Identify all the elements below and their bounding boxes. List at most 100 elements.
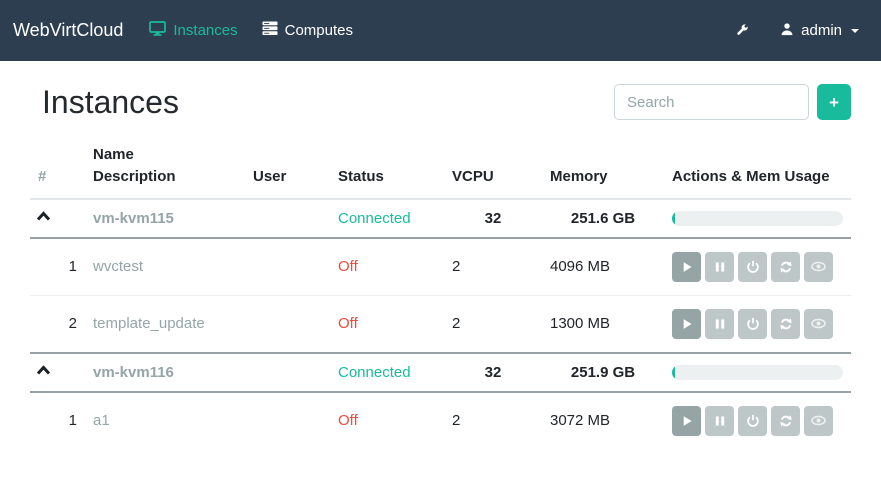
host-status: Connected: [330, 199, 444, 238]
host-memory: 251.9 GB: [542, 353, 664, 392]
header-user: User: [245, 138, 330, 199]
search-input[interactable]: [614, 84, 809, 120]
user-icon: [780, 22, 794, 40]
play-icon: [680, 317, 694, 331]
eye-icon: [811, 260, 826, 273]
actions-cell: [664, 295, 851, 353]
nav-item-label: Computes: [285, 22, 353, 39]
header-memory: Memory: [542, 138, 664, 199]
add-instance-button[interactable]: +: [817, 84, 851, 120]
host-vcpu: 32: [444, 199, 542, 238]
guest-vcpu: 2: [444, 392, 542, 449]
table-row-guest: 1 a1 Off 2 3072 MB: [30, 392, 851, 449]
host-actions-cell: [664, 199, 851, 238]
nav-item-instances[interactable]: Instances: [149, 21, 237, 40]
mem-usage-bar: [672, 365, 843, 380]
header-index: #: [30, 138, 85, 199]
host-memory: 251.6 GB: [542, 199, 664, 238]
play-icon: [680, 260, 694, 274]
instance-link[interactable]: a1: [93, 412, 110, 429]
guest-name-cell: a1: [85, 392, 245, 449]
table-header: # Name Description User Status VCPU Memo…: [30, 138, 851, 199]
brand[interactable]: WebVirtCloud: [13, 20, 123, 41]
header-vcpu: VCPU: [444, 138, 542, 199]
guest-status: Off: [330, 295, 444, 353]
actions-cell: [664, 392, 851, 449]
host-collapse-cell: [30, 199, 85, 238]
pause-icon: [713, 414, 727, 428]
refresh-button[interactable]: [771, 406, 800, 436]
pause-button[interactable]: [705, 406, 734, 436]
refresh-icon: [779, 317, 793, 331]
host-actions-cell: [664, 353, 851, 392]
eye-icon: [811, 414, 826, 427]
host-vcpu: 32: [444, 353, 542, 392]
guest-memory: 3072 MB: [542, 392, 664, 449]
chevron-up-icon[interactable]: [36, 364, 51, 377]
host-user-cell: [245, 353, 330, 392]
eye-icon: [811, 317, 826, 330]
play-button[interactable]: [672, 309, 701, 339]
guest-status: Off: [330, 238, 444, 296]
main-content: Instances + # Name Description User Stat…: [0, 82, 881, 449]
eye-button[interactable]: [804, 252, 833, 282]
eye-button[interactable]: [804, 309, 833, 339]
pause-button[interactable]: [705, 309, 734, 339]
nav-item-computes[interactable]: Computes: [262, 21, 353, 40]
guest-index: 1: [30, 238, 85, 296]
eye-button[interactable]: [804, 406, 833, 436]
table-row-host: vm-kvm116 Connected 32 251.9 GB: [30, 353, 851, 392]
header-name-description: Name Description: [85, 138, 245, 199]
host-name-cell: vm-kvm116: [85, 353, 245, 392]
wrench-icon[interactable]: [733, 22, 750, 39]
user-name: admin: [801, 22, 842, 39]
play-button[interactable]: [672, 406, 701, 436]
table-row-guest: 1 wvctest Off 2 4096 MB: [30, 238, 851, 296]
mem-usage-fill: [672, 211, 675, 226]
pause-icon: [713, 260, 727, 274]
page-title: Instances: [42, 84, 179, 121]
guest-name-cell: wvctest: [85, 238, 245, 296]
nav-right: admin: [733, 22, 859, 40]
power-button[interactable]: [738, 252, 767, 282]
guest-status: Off: [330, 392, 444, 449]
guest-index: 1: [30, 392, 85, 449]
host-collapse-cell: [30, 353, 85, 392]
guest-name-cell: template_update: [85, 295, 245, 353]
guest-index: 2: [30, 295, 85, 353]
search-group: +: [614, 84, 851, 120]
guest-user-cell: [245, 295, 330, 353]
refresh-button[interactable]: [771, 309, 800, 339]
guest-vcpu: 2: [444, 238, 542, 296]
host-link[interactable]: vm-kvm115: [93, 210, 174, 227]
play-button[interactable]: [672, 252, 701, 282]
refresh-icon: [779, 260, 793, 274]
host-link[interactable]: vm-kvm116: [93, 364, 174, 381]
navbar: WebVirtCloud Instances: [0, 0, 881, 61]
pause-button[interactable]: [705, 252, 734, 282]
guest-user-cell: [245, 238, 330, 296]
guest-memory: 4096 MB: [542, 238, 664, 296]
instances-table-body: vm-kvm115 Connected 32 251.6 GB 1 wvctes…: [30, 199, 851, 449]
guest-vcpu: 2: [444, 295, 542, 353]
refresh-button[interactable]: [771, 252, 800, 282]
actions-cell: [664, 238, 851, 296]
server-icon: [262, 21, 278, 40]
play-icon: [680, 414, 694, 428]
instances-table: # Name Description User Status VCPU Memo…: [30, 138, 851, 449]
desktop-icon: [149, 21, 166, 40]
power-button[interactable]: [738, 309, 767, 339]
user-menu[interactable]: admin: [780, 22, 859, 40]
instance-link[interactable]: template_update: [93, 315, 205, 332]
chevron-up-icon[interactable]: [36, 210, 51, 223]
mem-usage-fill: [672, 365, 675, 380]
power-icon: [746, 414, 760, 428]
power-button[interactable]: [738, 406, 767, 436]
refresh-icon: [779, 414, 793, 428]
table-row-host: vm-kvm115 Connected 32 251.6 GB: [30, 199, 851, 238]
chevron-down-icon: [851, 29, 859, 33]
host-user-cell: [245, 199, 330, 238]
instance-link[interactable]: wvctest: [93, 258, 143, 275]
page-header: Instances +: [30, 82, 851, 122]
host-status: Connected: [330, 353, 444, 392]
